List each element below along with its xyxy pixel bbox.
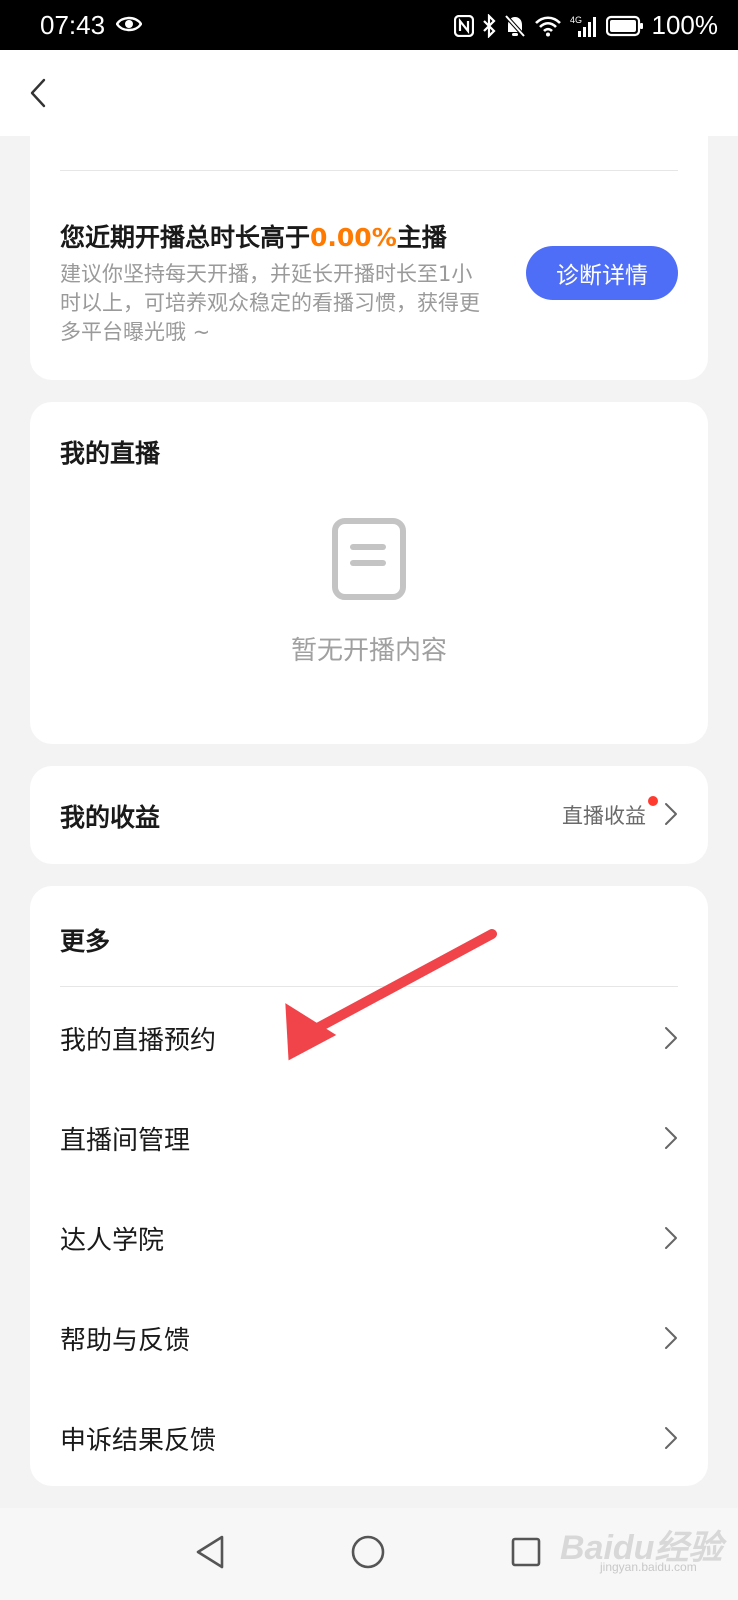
chevron-left-icon (30, 78, 46, 108)
empty-state-text: 暂无开播内容 (290, 636, 447, 666)
chevron-right-icon (665, 1227, 677, 1249)
menu-item-label: 申诉结果反馈 (60, 1426, 217, 1456)
battery-percent: 100% (651, 10, 719, 40)
income-card[interactable]: 我的收益 直播收益 (30, 766, 708, 864)
menu-item-label: 帮助与反馈 (60, 1326, 191, 1356)
menu-item-label: 直播间管理 (60, 1126, 191, 1156)
menu-item-appeal-result[interactable]: 申诉结果反馈 (30, 1386, 708, 1486)
divider (60, 170, 678, 171)
live-income-link[interactable]: 直播收益 (562, 800, 646, 830)
diagnosis-title-prefix: 您近期开播总时长高于 (60, 223, 311, 252)
my-live-card: 我的直播 暂无开播内容 (30, 402, 708, 744)
notification-dot (648, 796, 658, 806)
bluetooth-icon (482, 13, 496, 38)
chevron-right-icon (665, 1027, 677, 1049)
svg-text:4G: 4G (570, 15, 582, 25)
menu-item-label: 我的直播预约 (60, 1026, 217, 1056)
mute-bell-icon (504, 14, 526, 38)
chevron-right-icon (665, 1427, 677, 1449)
nfc-icon (453, 14, 474, 37)
page-header (0, 50, 738, 136)
signal-4g-icon: 4G (570, 14, 598, 38)
diagnosis-detail-button[interactable]: 诊断详情 (526, 246, 678, 300)
status-icons: 4G 100% (453, 10, 719, 41)
menu-item-label: 达人学院 (60, 1226, 165, 1256)
watermark-url: jingyan.baidu.com (600, 1560, 697, 1574)
income-title: 我的收益 (60, 803, 161, 832)
status-time: 07:43 (40, 10, 106, 40)
diagnosis-description: 建议你坚持每天开播，并延长开播时长至1小时以上，可培养观众稳定的看播习惯，获得更… (60, 262, 480, 344)
diagnosis-percent: 0.00% (310, 223, 397, 252)
back-button[interactable] (18, 70, 58, 116)
menu-item-live-room-management[interactable]: 直播间管理 (30, 1086, 708, 1186)
back-triangle-icon[interactable] (194, 1534, 226, 1570)
more-title: 更多 (60, 927, 111, 956)
diagnosis-title: 您近期开播总时长高于0.00%主播 (60, 218, 447, 254)
chevron-right-icon (665, 1127, 677, 1149)
menu-item-creator-academy[interactable]: 达人学院 (30, 1186, 708, 1286)
status-bar: 07:43 4G 100% (0, 0, 738, 50)
diagnosis-card: 您近期开播总时长高于0.00%主播 建议你坚持每天开播，并延长开播时长至1小时以… (30, 130, 708, 380)
battery-icon (605, 15, 644, 37)
document-icon (332, 518, 406, 604)
wifi-icon (534, 15, 562, 37)
menu-item-live-reservation[interactable]: 我的直播预约 (30, 986, 708, 1086)
chevron-right-icon (665, 1327, 677, 1349)
chevron-right-icon (665, 803, 677, 825)
my-live-title: 我的直播 (60, 439, 161, 468)
recent-square-icon[interactable] (510, 1536, 542, 1568)
eye-icon (115, 14, 143, 38)
more-card: 更多 我的直播预约 直播间管理 达人学院 帮助与反馈 申诉结果反馈 (30, 886, 708, 1486)
diagnosis-title-suffix: 主播 (396, 223, 447, 252)
menu-item-help-feedback[interactable]: 帮助与反馈 (30, 1286, 708, 1386)
home-circle-icon[interactable] (350, 1534, 386, 1570)
